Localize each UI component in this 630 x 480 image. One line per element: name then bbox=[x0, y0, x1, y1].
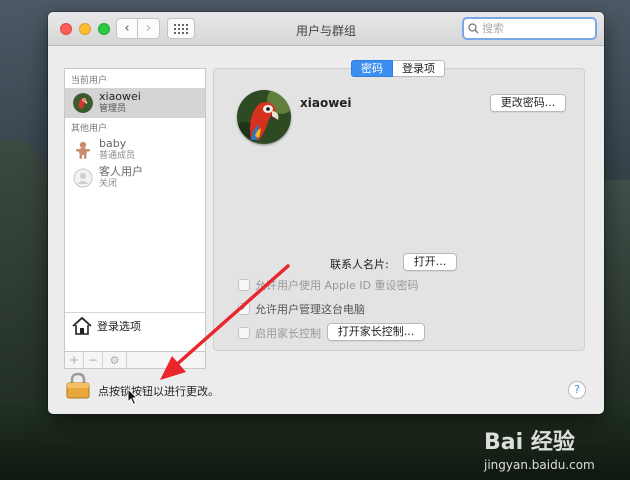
minus-icon: − bbox=[87, 353, 99, 367]
user-name: baby bbox=[99, 137, 127, 150]
plus-icon: + bbox=[68, 353, 80, 367]
search-input[interactable] bbox=[482, 22, 582, 35]
mouse-cursor-icon bbox=[127, 388, 139, 406]
search-field[interactable] bbox=[462, 17, 597, 40]
login-options-label: 登录选项 bbox=[97, 319, 141, 333]
action-menu-button[interactable]: ⚙ bbox=[103, 352, 127, 368]
current-users-header: 当前用户 bbox=[71, 76, 108, 86]
checkbox-label: 允许用户使用 Apple ID 重设密码 bbox=[255, 279, 419, 292]
guest-user-icon bbox=[73, 168, 93, 188]
user-role: 关闭 bbox=[99, 179, 118, 189]
panel-username: xiaowei bbox=[300, 96, 352, 110]
user-row-baby[interactable]: baby 普通成员 bbox=[65, 135, 205, 165]
lock-icon[interactable] bbox=[66, 372, 90, 399]
user-name: xiaowei bbox=[99, 90, 141, 103]
parrot-avatar bbox=[73, 93, 93, 113]
search-icon bbox=[468, 23, 479, 34]
remove-user-button[interactable]: − bbox=[84, 352, 103, 368]
checkbox[interactable] bbox=[238, 279, 250, 291]
checkbox-label: 启用家长控制 bbox=[255, 327, 321, 340]
baidu-jingyan-watermark: Bai 经验 jingyan.baidu.com bbox=[474, 418, 626, 478]
checkbox-checked[interactable]: ✓ bbox=[238, 303, 250, 315]
users-groups-window: ‹ › 用户与群组 当前用户 bbox=[48, 12, 604, 414]
tab-login-items[interactable]: 登录项 bbox=[393, 60, 445, 77]
watermark-logo: Bai 经验 bbox=[484, 430, 575, 455]
checkbox[interactable] bbox=[238, 327, 250, 339]
checkbox-label: 允许用户管理这台电脑 bbox=[255, 303, 365, 316]
sidebar-toolbar: + − ⚙ bbox=[64, 351, 206, 369]
user-role: 管理员 bbox=[99, 104, 127, 114]
gear-icon: ⚙ bbox=[109, 353, 120, 367]
gingerbread-avatar bbox=[76, 141, 90, 159]
user-list-sidebar: 当前用户 xiaowei 管理员 其他用户 baby 普通成员 客人用户 关闭 … bbox=[64, 68, 206, 352]
user-role: 普通成员 bbox=[99, 151, 136, 161]
lock-instruction-text: 点按锁按钮以进行更改。 bbox=[98, 385, 219, 398]
checkbox-row-admin[interactable]: ✓ 允许用户管理这台电脑 bbox=[238, 301, 365, 317]
checkbox-row-apple-id[interactable]: 允许用户使用 Apple ID 重设密码 bbox=[238, 277, 419, 293]
watermark-site: jingyan.baidu.com bbox=[484, 458, 595, 472]
user-name: 客人用户 bbox=[99, 165, 143, 178]
user-row-xiaowei[interactable]: xiaowei 管理员 bbox=[65, 88, 205, 118]
help-button[interactable]: ? bbox=[568, 381, 586, 399]
login-options-item[interactable]: 登录选项 bbox=[65, 312, 205, 338]
tab-bar: 密码 登录项 bbox=[351, 60, 445, 77]
tab-password[interactable]: 密码 bbox=[351, 60, 393, 77]
change-password-button[interactable]: 更改密码... bbox=[490, 94, 566, 112]
user-row-guest[interactable]: 客人用户 关闭 bbox=[65, 163, 205, 193]
titlebar: ‹ › 用户与群组 bbox=[48, 12, 604, 46]
house-icon bbox=[72, 316, 92, 335]
open-contact-button[interactable]: 打开... bbox=[403, 253, 457, 271]
add-user-button[interactable]: + bbox=[65, 352, 84, 368]
contact-card-label: 联系人名片: bbox=[330, 258, 389, 271]
user-picture[interactable] bbox=[237, 90, 291, 144]
open-parental-controls-button[interactable]: 打开家长控制... bbox=[327, 323, 425, 341]
other-users-header: 其他用户 bbox=[71, 124, 108, 134]
checkbox-row-parental[interactable]: 启用家长控制 bbox=[238, 325, 321, 341]
